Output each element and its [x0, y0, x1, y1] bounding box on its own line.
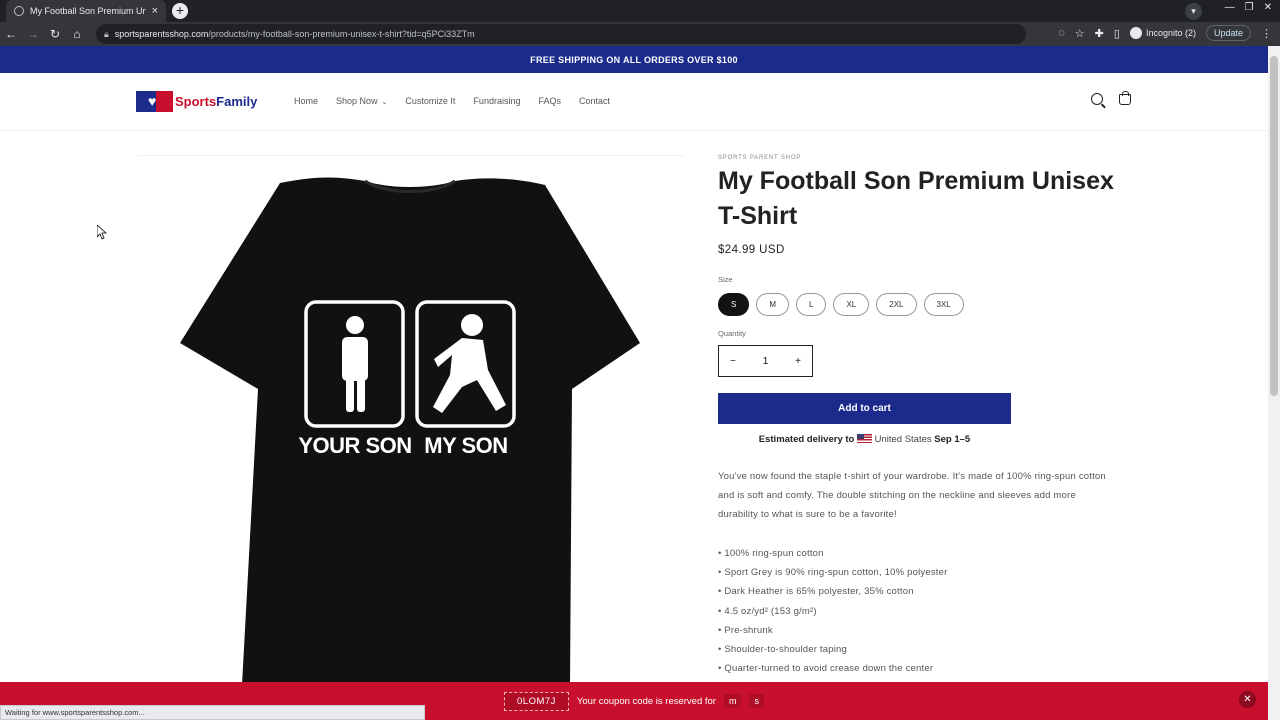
window-controls: — ❐ ✕ [1225, 2, 1272, 13]
more-menu-icon[interactable]: ⋮ [1261, 27, 1272, 40]
shirt-text-your-son: YOUR SON [298, 433, 411, 458]
incognito-icon [1129, 27, 1142, 39]
incognito-indicator[interactable]: Incognito (2) [1129, 27, 1196, 39]
nav-customize-it[interactable]: Customize It [405, 96, 455, 106]
search-icon[interactable] [1091, 93, 1103, 105]
eye-off-icon[interactable]: ◌ [1058, 27, 1065, 39]
size-option-xl[interactable]: XL [833, 293, 870, 316]
size-option-s[interactable]: S [718, 293, 750, 316]
side-panel-icon[interactable]: ▯ [1114, 27, 1120, 40]
size-label: Size [718, 275, 733, 284]
product-title: My Football Son Premium Unisex T-Shirt [718, 167, 1114, 230]
minus-icon[interactable]: − [730, 356, 736, 367]
site-header: ♥ SportsFamily Home Shop Now ⌄ Customize … [0, 73, 1268, 131]
list-item: • Sport Grey is 90% ring-spun cotton, 10… [718, 567, 948, 579]
list-item: • 100% ring-spun cotton [718, 548, 824, 559]
size-options: S M L XL 2XL 3XL [718, 293, 964, 316]
shirt-text-my-son: MY SON [424, 433, 507, 458]
main-nav: Home Shop Now ⌄ Customize It Fundraising … [294, 96, 610, 106]
list-item: • Shoulder-to-shoulder taping [718, 644, 848, 656]
coupon-message: Your coupon code is reserved for [576, 695, 716, 707]
product-features: • 100% ring-spun cotton • Sport Grey is … [718, 544, 948, 678]
announcement-bar: FREE SHIPPING ON ALL ORDERS OVER $100 [0, 46, 1268, 73]
close-icon[interactable]: ✕ [1239, 691, 1256, 708]
nav-faqs[interactable]: FAQs [538, 96, 561, 106]
tab-title: My Football Son Premium Unise [30, 6, 146, 16]
add-to-cart-button[interactable]: Add to cart [718, 393, 1011, 424]
update-button[interactable]: Update [1205, 25, 1251, 41]
size-option-m[interactable]: M [756, 293, 790, 316]
list-item: • Quarter-turned to avoid crease down th… [718, 663, 934, 675]
close-window-icon[interactable]: ✕ [1264, 2, 1272, 13]
nav-home[interactable]: Home [294, 96, 318, 106]
delivery-estimate: Estimated delivery to United States Sep … [758, 434, 971, 445]
nav-fundraising[interactable]: Fundraising [473, 96, 520, 106]
url-text: sportsparentsshop.com/products/my-footba… [114, 29, 475, 39]
globe-icon [14, 6, 24, 16]
tab-search-button[interactable]: ▾ [1185, 3, 1202, 20]
quantity-label: Quantity [718, 329, 746, 338]
new-tab-button[interactable]: + [172, 3, 188, 19]
coupon-code[interactable]: 0LOM7J [504, 691, 569, 711]
restore-icon[interactable]: ❐ [1245, 2, 1254, 13]
size-option-3xl[interactable]: 3XL [923, 293, 964, 316]
plus-icon[interactable]: + [795, 356, 801, 367]
page-scrollbar[interactable] [1268, 46, 1280, 720]
browser-tab[interactable]: My Football Son Premium Unise × [6, 0, 166, 22]
coupon-timer-minutes: m [723, 694, 742, 708]
lock-icon[interactable]: 🔒︎ [104, 29, 109, 40]
reload-icon[interactable]: ↻ [44, 27, 66, 41]
site-logo[interactable]: ♥ SportsFamily [136, 91, 257, 112]
chevron-down-icon: ⌄ [381, 99, 388, 106]
size-option-2xl[interactable]: 2XL [876, 293, 917, 316]
product-vendor: SPORTS PARENT SHOP [718, 155, 802, 161]
size-option-l[interactable]: L [796, 293, 827, 316]
scrollbar-thumb[interactable] [1270, 56, 1278, 396]
product-description: You've now found the staple t-shirt of y… [718, 471, 1106, 520]
back-icon[interactable]: ← [0, 27, 22, 41]
forward-icon[interactable]: → [22, 27, 44, 41]
cart-icon[interactable] [1119, 91, 1131, 105]
list-item: • 4.5 oz/yd² (153 g/m²) [718, 605, 817, 617]
quantity-stepper: − 1 + [718, 345, 813, 377]
toolbar-actions: ◌ ☆ ✚ ▯ Incognito (2) Update ⋮ [1058, 25, 1272, 41]
product-price: $24.99 USD [718, 244, 785, 256]
bookmark-star-icon[interactable]: ☆ [1075, 27, 1085, 40]
close-tab-icon[interactable]: × [152, 5, 158, 17]
list-item: • Pre-shrunk [718, 624, 773, 636]
browser-tab-bar: My Football Son Premium Unise × + ▾ — ❐ … [0, 0, 1280, 22]
coupon-timer-seconds: s [749, 694, 764, 708]
home-icon[interactable]: ⌂ [66, 27, 88, 41]
product-image[interactable]: YOUR SON MY SON [180, 175, 640, 685]
browser-toolbar: ← → ↻ ⌂ 🔒︎ sportsparentsshop.com/product… [0, 22, 1280, 46]
mouse-cursor-icon [97, 225, 107, 240]
browser-status-bar: Waiting for www.sportsparentsshop.com... [0, 705, 425, 720]
header-icons [1091, 91, 1131, 105]
minimize-icon[interactable]: — [1225, 2, 1235, 13]
address-bar[interactable]: 🔒︎ sportsparentsshop.com/products/my-foo… [96, 24, 1026, 44]
list-item: • Dark Heather is 65% polyester, 35% cot… [718, 586, 914, 598]
extensions-icon[interactable]: ✚ [1095, 27, 1104, 40]
nav-contact[interactable]: Contact [579, 96, 610, 106]
logo-heart-icon: ♥ [136, 91, 173, 112]
nav-shop-now[interactable]: Shop Now ⌄ [336, 96, 387, 106]
us-flag-icon [856, 434, 872, 443]
quantity-input[interactable]: 1 [763, 356, 769, 367]
